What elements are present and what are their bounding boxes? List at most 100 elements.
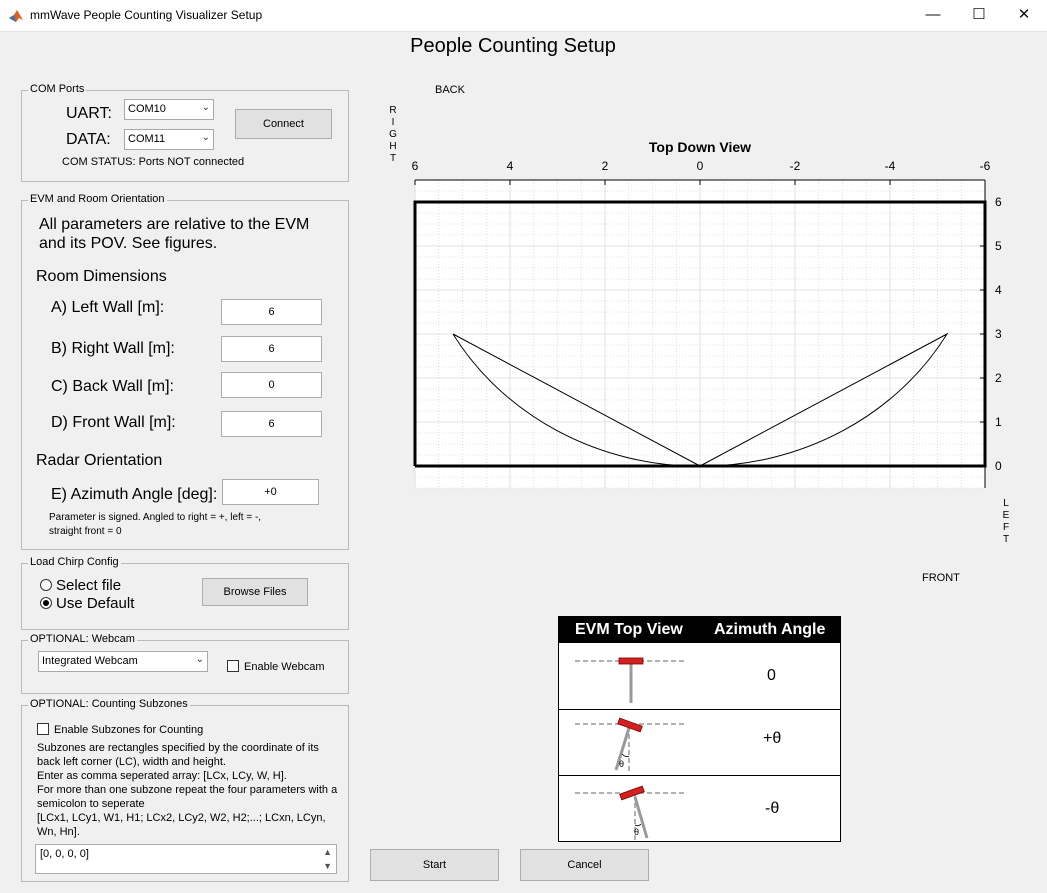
evm-top-view-header: EVM Top View xyxy=(575,621,683,638)
right-letter: R xyxy=(389,105,397,116)
start-button[interactable]: Start xyxy=(370,849,499,881)
left-letter: F xyxy=(1002,522,1010,533)
scroll-up-icon[interactable]: ▲ xyxy=(323,847,332,857)
room-dimensions-heading: Room Dimensions xyxy=(36,268,167,285)
evm-intro-line1: All parameters are relative to the EVM xyxy=(39,216,310,233)
select-file-radio[interactable] xyxy=(40,579,52,591)
data-port-select[interactable]: COM11 ⌄ xyxy=(124,129,214,150)
matlab-app-icon xyxy=(9,10,23,22)
use-default-radio[interactable] xyxy=(40,597,52,609)
chart-layer: 6 4 2 0 -2 -4 -6 0 1 2 3 4 5 6 xyxy=(412,159,1002,489)
title-bar: mmWave People Counting Visualizer Setup … xyxy=(0,0,1047,32)
azimuth-angle-header: Azimuth Angle xyxy=(714,621,826,638)
evm-angled-left-diagram: θ xyxy=(575,785,685,840)
azimuth-note-line1: Parameter is signed. Angled to right = +… xyxy=(49,512,262,523)
right-wall-input[interactable]: 6 xyxy=(221,336,322,362)
webcam-device-select[interactable]: Integrated Webcam ⌄ xyxy=(38,651,208,672)
maximize-button[interactable]: ☐ xyxy=(956,0,1002,31)
azimuth-angle-input[interactable]: +0 xyxy=(222,479,319,505)
evm-azimuth-table: EVM Top View Azimuth Angle 0 θ +θ θ -θ xyxy=(558,616,841,842)
x-tick-label: 6 xyxy=(412,159,419,173)
azimuth-angle-label: E) Azimuth Angle [deg]: xyxy=(51,486,218,503)
x-tick-label: -4 xyxy=(885,159,896,173)
table-row: θ +θ xyxy=(558,709,841,776)
left-letter: T xyxy=(1002,534,1010,545)
table-header: EVM Top View Azimuth Angle xyxy=(558,616,841,642)
evm-intro-line2: and its POV. See figures. xyxy=(39,235,218,252)
x-tick-label: 2 xyxy=(602,159,609,173)
cancel-button[interactable]: Cancel xyxy=(520,849,649,881)
left-wall-label: A) Left Wall [m]: xyxy=(51,299,165,316)
evm-straight-diagram xyxy=(575,657,685,703)
angle-value-positive: +θ xyxy=(763,730,782,747)
evm-room-group-label: EVM and Room Orientation xyxy=(28,193,167,205)
front-wall-label: D) Front Wall [m]: xyxy=(51,414,176,431)
subzones-textarea[interactable]: [0, 0, 0, 0] ▲ ▼ xyxy=(35,844,337,874)
minimize-button[interactable]: — xyxy=(910,0,956,31)
enable-subzones-label: Enable Subzones for Counting xyxy=(54,724,204,736)
page-title: People Counting Setup xyxy=(410,35,616,57)
browse-files-button[interactable]: Browse Files xyxy=(202,578,308,606)
chart-title: Top Down View xyxy=(649,139,751,155)
subzones-group-label: OPTIONAL: Counting Subzones xyxy=(28,698,190,710)
enable-webcam-checkbox[interactable] xyxy=(227,660,239,672)
front-wall-input[interactable]: 6 xyxy=(221,411,322,437)
y-tick-label: 1 xyxy=(995,415,1002,429)
radar-orientation-heading: Radar Orientation xyxy=(36,452,163,469)
y-tick-label: 3 xyxy=(995,327,1002,341)
uart-port-select[interactable]: COM10 ⌄ xyxy=(124,99,214,120)
subzones-desc-1: Subzones are rectangles specified by the… xyxy=(37,742,319,754)
y-tick-label: 0 xyxy=(995,459,1002,473)
front-label: FRONT xyxy=(922,572,960,584)
chirp-config-group-label: Load Chirp Config xyxy=(28,556,121,568)
select-file-label: Select file xyxy=(56,577,122,594)
back-wall-input[interactable]: 0 xyxy=(221,372,322,398)
subzones-desc-5: semicolon to seperate xyxy=(37,798,145,810)
table-row: 0 xyxy=(558,642,841,710)
chevron-down-icon: ⌄ xyxy=(201,102,210,113)
back-label: BACK xyxy=(435,84,465,96)
window-title: mmWave People Counting Visualizer Setup xyxy=(30,8,263,22)
subzones-desc-7: Wn, Hn]. xyxy=(37,826,80,838)
data-port-value: COM11 xyxy=(128,133,166,145)
chevron-down-icon: ⌄ xyxy=(195,654,204,665)
subzones-desc-4: For more than one subzone repeat the fou… xyxy=(37,784,338,796)
close-button[interactable]: ✕ xyxy=(1001,0,1047,31)
angle-value-zero: 0 xyxy=(767,667,776,684)
webcam-device-value: Integrated Webcam xyxy=(42,655,138,667)
y-tick-label: 2 xyxy=(995,371,1002,385)
angle-value-negative: -θ xyxy=(765,800,780,817)
x-tick-label: -2 xyxy=(790,159,801,173)
left-letter: E xyxy=(1002,510,1010,521)
y-tick-label: 4 xyxy=(995,283,1002,297)
connect-button[interactable]: Connect xyxy=(235,109,332,139)
webcam-group-label: OPTIONAL: Webcam xyxy=(28,633,137,645)
chevron-down-icon: ⌄ xyxy=(201,132,210,143)
table-row: θ -θ xyxy=(558,775,841,842)
x-tick-label: -6 xyxy=(980,159,991,173)
subzones-desc-6: [LCx1, LCy1, W1, H1; LCx2, LCy2, W2, H2;… xyxy=(37,812,326,824)
subzones-desc-3: Enter as comma seperated array: [LCx, LC… xyxy=(37,770,287,782)
y-tick-label: 6 xyxy=(995,195,1002,209)
subzones-desc-2: back left corner (LC), width and height. xyxy=(37,756,226,768)
right-wall-label: B) Right Wall [m]: xyxy=(51,340,175,357)
enable-subzones-checkbox[interactable] xyxy=(37,723,49,735)
use-default-label: Use Default xyxy=(56,595,135,612)
azimuth-note-line2: straight front = 0 xyxy=(49,526,122,537)
uart-port-value: COM10 xyxy=(128,103,166,115)
back-wall-label: C) Back Wall [m]: xyxy=(51,378,174,395)
x-tick-label: 0 xyxy=(697,159,704,173)
top-down-view-chart: Top Down View 6 4 2 0 -2 -4 -6 0 1 2 3 4 5 6 xyxy=(412,139,1002,489)
data-label: DATA: xyxy=(66,131,111,148)
evm-angled-right-diagram: θ xyxy=(575,717,685,772)
x-tick-label: 4 xyxy=(507,159,514,173)
scroll-down-icon[interactable]: ▼ xyxy=(323,861,332,871)
uart-label: UART: xyxy=(66,105,112,122)
com-ports-group-label: COM Ports xyxy=(28,83,87,95)
subzones-value: [0, 0, 0, 0] xyxy=(40,848,89,860)
right-letter: I xyxy=(391,117,395,128)
theta-symbol: θ xyxy=(634,827,639,837)
left-wall-input[interactable]: 6 xyxy=(221,299,322,325)
enable-webcam-label: Enable Webcam xyxy=(244,661,325,673)
com-status-text: COM STATUS: Ports NOT connected xyxy=(62,156,245,168)
